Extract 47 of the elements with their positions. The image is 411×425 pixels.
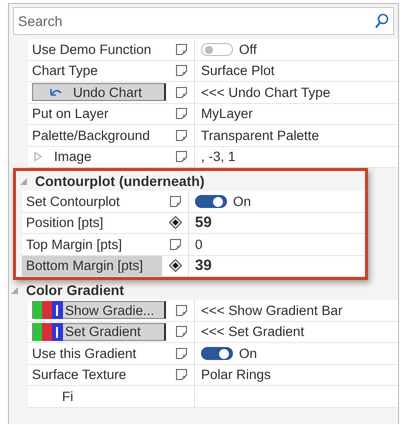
property-value[interactable]: Polar Rings [201,367,271,382]
property-label-cell[interactable]: Use this Gradient [28,343,168,364]
property-value[interactable]: <<< Set Gradient [201,324,304,340]
property-label-cell[interactable]: Chart Type [28,60,168,81]
property-label-cell[interactable]: Put on Layer [28,104,168,124]
edit-box-icon[interactable] [176,151,186,162]
property-value[interactable]: 0 [195,236,203,252]
toggle-state-text: On [233,194,252,209]
toggle-state-text: On [239,346,258,361]
property-value[interactable]: <<< Show Gradient Bar [201,302,342,318]
property-label-cell[interactable]: Use Demo Function [28,39,168,60]
edit-box-icon[interactable] [176,44,186,55]
property-label-cell[interactable]: Position [pts] [22,212,162,233]
property-label-cell[interactable]: Image [28,146,168,167]
diamond-icon[interactable] [168,216,182,230]
toggle-switch[interactable] [195,194,227,208]
edit-box-icon[interactable] [176,348,186,359]
diamond-icon[interactable] [168,259,182,272]
property-label-cell[interactable]: Set Contourplot [22,191,162,212]
edit-box-icon[interactable] [170,238,180,250]
search-icon[interactable] [375,13,389,29]
property-label-cell[interactable]: Palette/Background [28,125,168,146]
edit-box-icon[interactable] [176,65,186,76]
edit-box-icon[interactable] [176,108,186,120]
search-field[interactable]: Search [13,7,394,35]
property-value[interactable]: Surface Plot [201,63,275,78]
property-value[interactable]: MyLayer [201,106,253,122]
property-label-cell[interactable]: Bottom Margin [pts] [22,256,162,276]
category-title: Contourplot (underneath) [35,173,205,189]
property-value[interactable]: <<< Undo Chart Type [201,84,330,100]
property-value[interactable]: 59 [195,214,212,232]
property-value[interactable]: , -3, 1 [201,149,236,164]
edit-box-icon[interactable] [176,369,186,380]
edit-box-icon[interactable] [176,326,186,338]
toggle-switch[interactable] [201,346,233,360]
category-title: Color Gradient [26,282,124,298]
edit-box-icon[interactable] [176,304,186,316]
edit-box-icon[interactable] [176,130,186,141]
property-value[interactable]: Transparent Palette [201,128,320,143]
property-label-cell[interactable]: Surface Texture [28,364,168,385]
edit-box-icon[interactable] [176,86,186,98]
property-label-cell[interactable]: Top Margin [pts] [22,234,162,254]
property-value[interactable]: 39 [195,257,212,274]
toggle-switch[interactable] [201,42,233,56]
edit-box-icon[interactable] [170,196,180,207]
undo-arrow-icon [49,87,63,98]
toggle-state-text: Off [239,42,257,57]
